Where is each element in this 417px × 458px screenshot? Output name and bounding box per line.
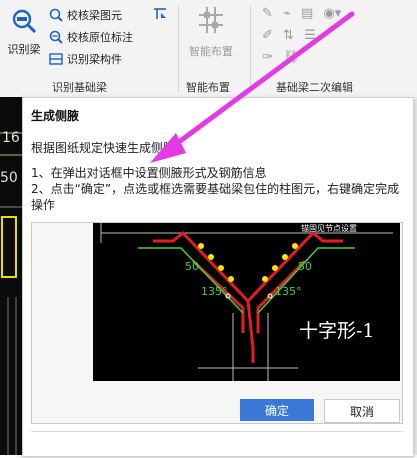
- annotation-arrow: [150, 11, 355, 163]
